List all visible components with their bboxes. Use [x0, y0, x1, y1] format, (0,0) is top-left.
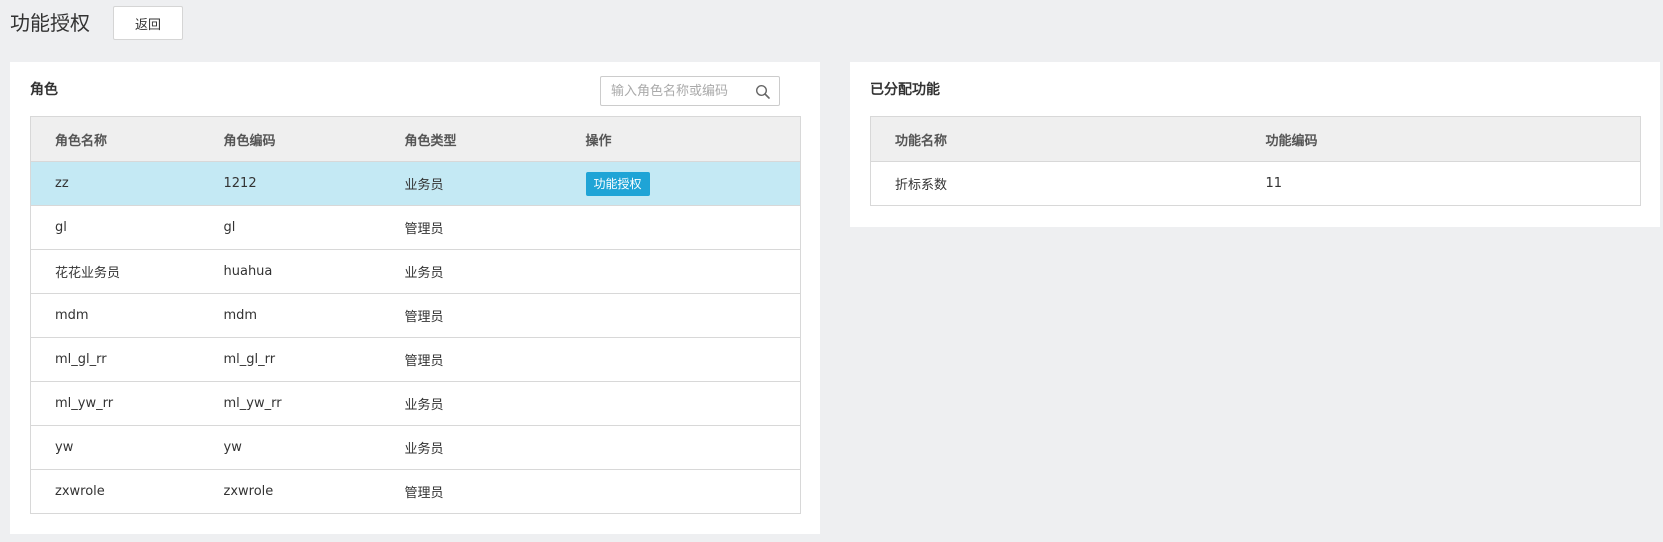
roles-table: 角色名称 角色编码 角色类型 操作 zz 1212 业务员 功能授权 gl gl… [30, 116, 801, 514]
role-code-cell: ml_gl_rr [199, 337, 381, 382]
table-row[interactable]: zz 1212 业务员 功能授权 [30, 161, 801, 206]
roles-table-header: 角色名称 角色编码 角色类型 操作 [30, 116, 801, 162]
role-type-cell: 业务员 [380, 425, 562, 470]
role-code-cell: ml_yw_rr [199, 381, 381, 426]
action-cell: 功能授权 [561, 161, 801, 206]
table-row[interactable]: 花花业务员 huahua 业务员 [30, 249, 801, 294]
table-row[interactable]: gl gl 管理员 [30, 205, 801, 250]
role-name-cell: zz [30, 161, 200, 206]
role-name-cell: ml_gl_rr [30, 337, 200, 382]
action-cell [561, 293, 801, 338]
function-authorize-button[interactable]: 功能授权 [585, 171, 650, 196]
action-cell [561, 337, 801, 382]
table-row[interactable]: ml_yw_rr ml_yw_rr 业务员 [30, 381, 801, 426]
role-type-cell: 业务员 [380, 161, 562, 206]
table-row[interactable]: zxwrole zxwrole 管理员 [30, 469, 801, 514]
table-row[interactable]: 折标系数 11 [870, 161, 1641, 206]
role-type-cell: 管理员 [380, 337, 562, 382]
action-cell [561, 469, 801, 514]
function-code-cell: 11 [1241, 161, 1641, 206]
column-header-role-name[interactable]: 角色名称 [30, 116, 200, 162]
column-header-action: 操作 [561, 116, 801, 162]
roles-panel-title: 角色 [30, 82, 58, 98]
functions-table: 功能名称 功能编码 折标系数 11 [870, 116, 1641, 206]
role-type-cell: 管理员 [380, 205, 562, 250]
role-search-box[interactable] [600, 76, 780, 106]
role-code-cell: yw [199, 425, 381, 470]
role-type-cell: 管理员 [380, 469, 562, 514]
role-type-cell: 管理员 [380, 293, 562, 338]
table-row[interactable]: ml_gl_rr ml_gl_rr 管理员 [30, 337, 801, 382]
column-header-role-code[interactable]: 角色编码 [199, 116, 381, 162]
role-name-cell: mdm [30, 293, 200, 338]
page-title: 功能授权 [10, 11, 90, 35]
column-header-role-type[interactable]: 角色类型 [380, 116, 562, 162]
role-code-cell: huahua [199, 249, 381, 294]
assigned-functions-panel: 已分配功能 功能名称 功能编码 折标系数 11 [850, 62, 1660, 227]
action-cell [561, 381, 801, 426]
column-header-function-name[interactable]: 功能名称 [870, 116, 1242, 162]
role-type-cell: 业务员 [380, 381, 562, 426]
action-cell [561, 205, 801, 250]
role-name-cell: gl [30, 205, 200, 250]
roles-panel: 角色 角色名称 角色编码 角色类型 操作 zz 1212 业务员 功能授权 [10, 62, 820, 534]
table-row[interactable]: mdm mdm 管理员 [30, 293, 801, 338]
role-name-cell: ml_yw_rr [30, 381, 200, 426]
functions-table-header: 功能名称 功能编码 [870, 116, 1641, 162]
column-header-function-code[interactable]: 功能编码 [1241, 116, 1641, 162]
action-cell [561, 425, 801, 470]
role-name-cell: yw [30, 425, 200, 470]
back-button[interactable]: 返回 [113, 6, 183, 40]
role-name-cell: 花花业务员 [30, 249, 200, 294]
role-code-cell: mdm [199, 293, 381, 338]
role-code-cell: gl [199, 205, 381, 250]
role-search-input[interactable] [611, 77, 751, 105]
table-row[interactable]: yw yw 业务员 [30, 425, 801, 470]
function-name-cell: 折标系数 [870, 161, 1242, 206]
role-type-cell: 业务员 [380, 249, 562, 294]
role-code-cell: 1212 [199, 161, 381, 206]
assigned-functions-title: 已分配功能 [870, 82, 940, 98]
action-cell [561, 249, 801, 294]
role-code-cell: zxwrole [199, 469, 381, 514]
role-name-cell: zxwrole [30, 469, 200, 514]
search-icon[interactable] [755, 84, 771, 100]
